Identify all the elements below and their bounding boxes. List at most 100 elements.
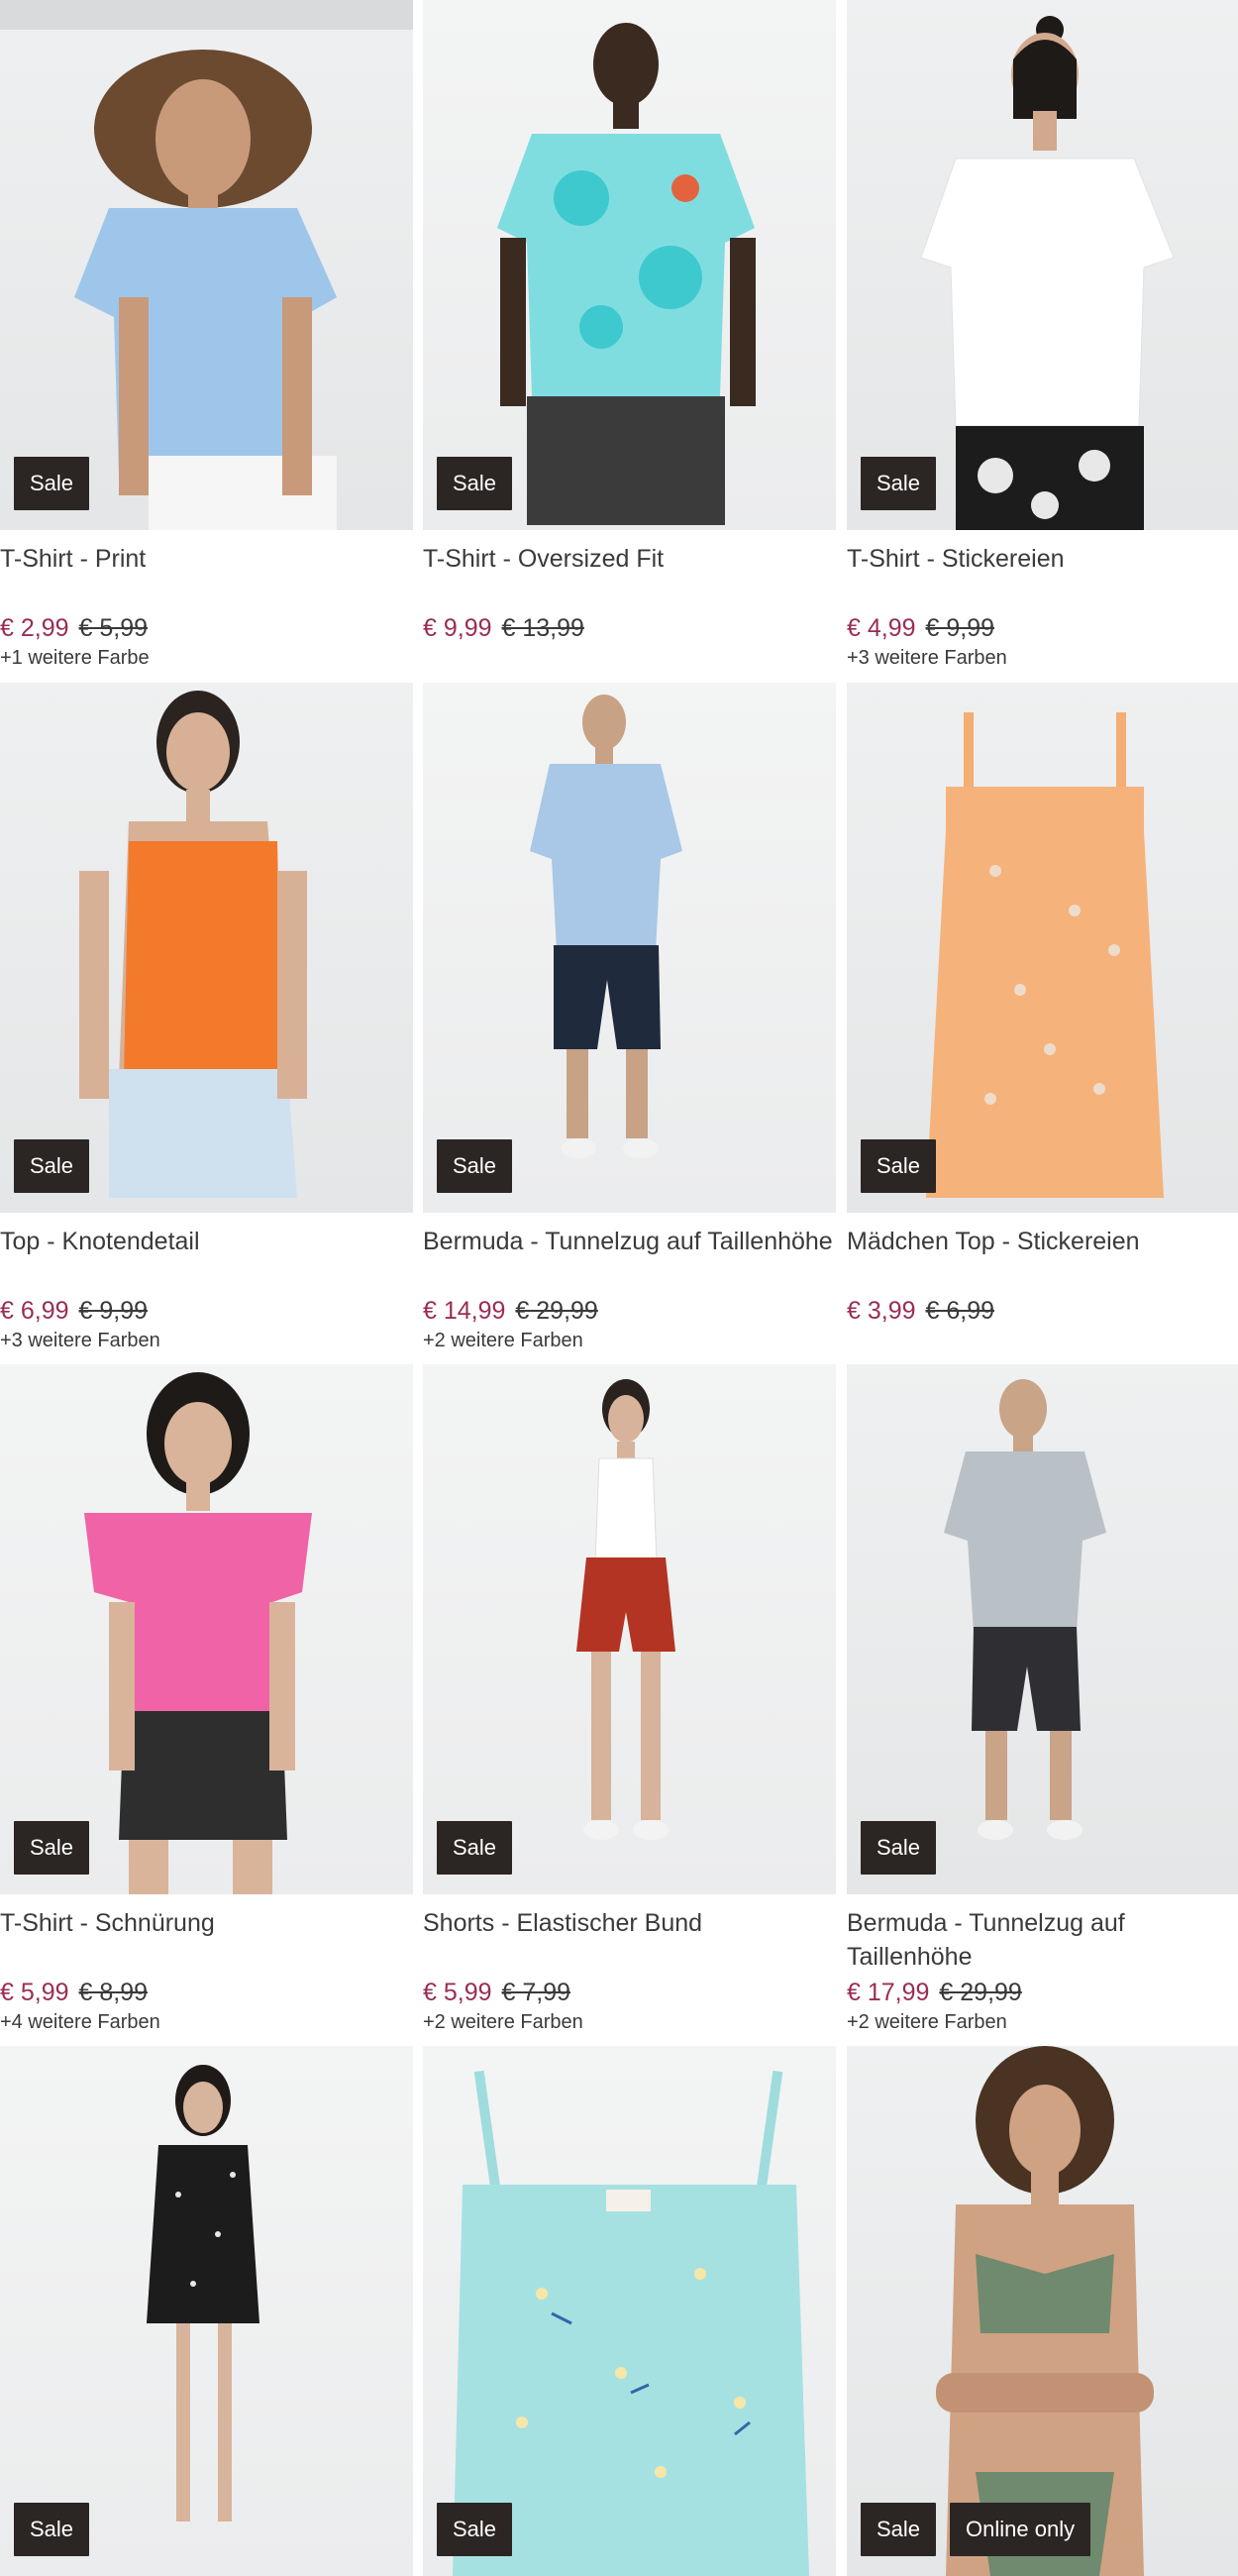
product-image[interactable]: Sale Online only	[847, 2046, 1238, 2576]
color-variants-link[interactable]: +2 weitere Farben	[847, 2007, 1238, 2037]
badge-group: Sale Online only	[861, 2503, 1091, 2556]
color-variants-link[interactable]: +3 weitere Farben	[0, 1326, 413, 1355]
original-price: € 7,99	[501, 1979, 571, 2006]
price-row: € 3,99 € 6,99	[847, 1296, 1238, 1326]
product-image[interactable]: Sale	[847, 0, 1238, 530]
color-variants-link[interactable]	[423, 643, 836, 673]
sale-price: € 5,99	[0, 1979, 69, 2006]
product-title[interactable]: T-Shirt - Print	[0, 542, 413, 609]
product-photo-tshirt-pink	[84, 1372, 312, 1894]
product-image[interactable]: Sale	[0, 683, 413, 1213]
product-image[interactable]: Sale	[423, 0, 836, 530]
badge-group: Sale	[14, 2503, 90, 2556]
product-card[interactable]: Sale	[0, 2046, 413, 2576]
sale-badge: Sale	[437, 1139, 513, 1193]
product-photo-top-orange	[79, 691, 307, 1198]
online-only-badge: Online only	[950, 2503, 1091, 2556]
product-title[interactable]: T-Shirt - Oversized Fit	[423, 542, 836, 609]
sale-price: € 3,99	[847, 1297, 916, 1325]
sale-badge: Sale	[437, 457, 513, 510]
sale-price: € 6,99	[0, 1297, 69, 1325]
badge-group: Sale	[14, 457, 90, 510]
badge-group: Sale	[437, 2503, 513, 2556]
badge-group: Sale	[14, 1821, 90, 1875]
product-image[interactable]: Sale	[0, 1364, 413, 1894]
product-card[interactable]: Sale T-Shirt - Print € 2,99 € 5,99 +1 wei…	[0, 0, 413, 673]
price-row: € 5,99 € 8,99	[0, 1978, 413, 2007]
product-grid: Sale T-Shirt - Print € 2,99 € 5,99 +1 wei…	[0, 0, 1238, 2576]
sale-price: € 5,99	[423, 1979, 492, 2006]
product-image[interactable]: Sale	[423, 1364, 836, 1894]
product-image[interactable]: Sale	[847, 1364, 1238, 1894]
product-card[interactable]: Sale Shorts - Elastischer Bund € 5,99 € 7…	[423, 1364, 836, 2037]
original-price: € 9,99	[925, 614, 995, 642]
product-card[interactable]: Sale Top - Knotendetail € 6,99 € 9,99 +3 …	[0, 683, 413, 1355]
product-card[interactable]: Sale T-Shirt - Stickereien € 4,99 € 9,99 …	[847, 0, 1238, 673]
product-card[interactable]: Sale T-Shirt - Schnürung € 5,99 € 8,99 +4…	[0, 1364, 413, 2037]
sale-badge: Sale	[861, 2503, 937, 2556]
price-row: € 4,99 € 9,99	[847, 613, 1238, 643]
original-price: € 29,99	[939, 1979, 1022, 2006]
product-image[interactable]: Sale	[0, 0, 413, 530]
product-title[interactable]: T-Shirt - Schnürung	[0, 1906, 413, 1974]
sale-badge: Sale	[14, 1821, 90, 1875]
color-variants-link[interactable]	[847, 1326, 1238, 1355]
sale-badge: Sale	[861, 457, 937, 510]
product-photo-girls-top-peach	[926, 712, 1164, 1198]
original-price: € 5,99	[78, 614, 149, 642]
product-photo-floral-dress	[147, 2065, 259, 2522]
original-price: € 6,99	[925, 1297, 995, 1325]
badge-group: Sale	[437, 457, 513, 510]
color-variants-link[interactable]: +3 weitere Farben	[847, 643, 1238, 673]
product-title[interactable]: Bermuda - Tunnelzug auf Taillenhöhe	[423, 1225, 836, 1292]
sale-badge: Sale	[14, 457, 90, 510]
product-card[interactable]: Sale T-Shirt - Oversized Fit € 9,99 € 13,…	[423, 0, 836, 673]
price-row: € 5,99 € 7,99	[423, 1978, 836, 2007]
product-photo-bermuda-shorts	[530, 695, 682, 1158]
product-card[interactable]: Sale Bermuda - Tunnelzug auf Taillenhöhe…	[423, 683, 836, 1355]
product-photo-bikini-green	[936, 2046, 1154, 2576]
product-title[interactable]: T-Shirt - Stickereien	[847, 542, 1238, 609]
original-price: € 9,99	[78, 1297, 149, 1325]
price-row: € 2,99 € 5,99	[0, 613, 413, 643]
product-image[interactable]: Sale	[423, 2046, 836, 2576]
badge-group: Sale	[861, 457, 937, 510]
product-card[interactable]: Sale Mädchen Top - Stickereien € 3,99 € 6…	[847, 683, 1238, 1355]
sale-badge: Sale	[437, 1821, 513, 1875]
original-price: € 13,99	[501, 614, 584, 642]
sale-badge: Sale	[14, 2503, 90, 2556]
product-photo-tshirt-light-blue	[0, 0, 413, 530]
product-photo-tshirt-tie-dye	[497, 23, 756, 525]
color-variants-link[interactable]: +2 weitere Farben	[423, 1326, 836, 1355]
sale-price: € 4,99	[847, 614, 916, 642]
product-title[interactable]: Bermuda - Tunnelzug auf Taillenhöhe	[847, 1906, 1238, 1974]
product-card[interactable]: Sale	[423, 2046, 836, 2576]
sale-price: € 9,99	[423, 614, 492, 642]
price-row: € 14,99 € 29,99	[423, 1296, 836, 1326]
original-price: € 8,99	[78, 1979, 149, 2006]
price-row: € 6,99 € 9,99	[0, 1296, 413, 1326]
color-variants-link[interactable]: +2 weitere Farben	[423, 2007, 836, 2037]
product-title[interactable]: Shorts - Elastischer Bund	[423, 1906, 836, 1974]
product-image[interactable]: Sale	[0, 2046, 413, 2576]
product-photo-top-mint-embroidered	[453, 2070, 809, 2576]
product-image[interactable]: Sale	[847, 683, 1238, 1213]
product-card[interactable]: Sale Bermuda - Tunnelzug auf Taillenhöhe…	[847, 1364, 1238, 2037]
badge-group: Sale	[14, 1139, 90, 1193]
product-title[interactable]: Top - Knotendetail	[0, 1225, 413, 1292]
color-variants-link[interactable]: +1 weitere Farbe	[0, 643, 413, 673]
badge-group: Sale	[861, 1821, 937, 1875]
product-photo-tshirt-white	[920, 16, 1175, 530]
product-title[interactable]: Mädchen Top - Stickereien	[847, 1225, 1238, 1292]
product-card[interactable]: Sale Online only	[847, 2046, 1238, 2576]
color-variants-link[interactable]: +4 weitere Farben	[0, 2007, 413, 2037]
product-image[interactable]: Sale	[423, 683, 836, 1213]
badge-group: Sale	[437, 1139, 513, 1193]
product-photo-bermuda-grey-shirt	[944, 1379, 1106, 1840]
original-price: € 29,99	[515, 1297, 598, 1325]
sale-badge: Sale	[861, 1139, 937, 1193]
badge-group: Sale	[861, 1139, 937, 1193]
sale-price: € 17,99	[847, 1979, 930, 2006]
badge-group: Sale	[437, 1821, 513, 1875]
sale-price: € 14,99	[423, 1297, 506, 1325]
